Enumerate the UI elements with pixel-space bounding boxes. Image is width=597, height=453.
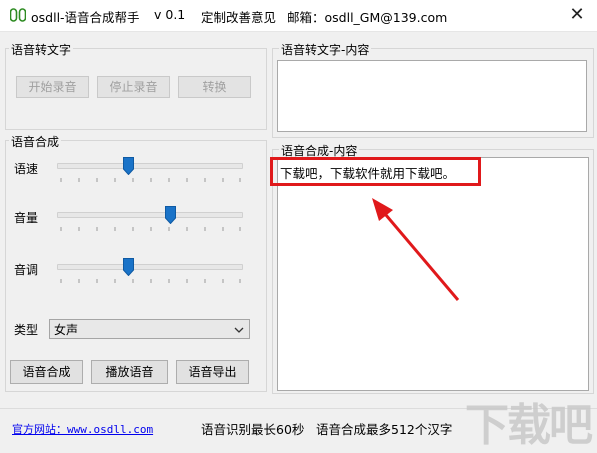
chevron-down-icon — [234, 327, 244, 333]
speed-label: 语速 — [14, 162, 39, 176]
annotation-highlight-box — [270, 157, 481, 186]
speed-slider-ticks — [60, 178, 241, 182]
speed-slider-thumb[interactable] — [122, 157, 134, 175]
stt-group-legend: 语音转文字 — [9, 41, 74, 58]
stt-content-textbox[interactable] — [277, 60, 587, 132]
stt-content-legend: 语音转文字-内容 — [279, 41, 372, 58]
title-bar: osdll-语音合成帮手 v 0.1 定制改善意见 邮箱：osdll_GM@13… — [0, 0, 597, 32]
official-website-link[interactable]: 官方网站：www.osdll.com — [12, 421, 153, 437]
export-voice-button[interactable]: 语音导出 — [176, 360, 249, 384]
pitch-slider[interactable] — [57, 258, 243, 287]
voice-type-select[interactable]: 女声 — [49, 319, 250, 339]
window-title: osdll-语音合成帮手 — [31, 10, 140, 25]
speed-slider[interactable] — [57, 157, 243, 186]
version-label: v 0.1 — [154, 7, 186, 22]
pitch-slider-thumb[interactable] — [122, 258, 134, 276]
volume-slider-ticks — [60, 227, 241, 231]
play-voice-button[interactable]: 播放语音 — [91, 360, 168, 384]
app-icon — [10, 8, 26, 22]
convert-button[interactable]: 转换 — [178, 76, 251, 98]
close-button[interactable]: ✕ — [563, 3, 591, 27]
stop-recording-button[interactable]: 停止录音 — [97, 76, 170, 98]
feedback-link[interactable]: 定制改善意见 — [201, 7, 276, 26]
speed-slider-track — [57, 163, 243, 169]
synthesize-button[interactable]: 语音合成 — [10, 360, 83, 384]
synthesis-limit-text: 语音合成最多512个汉字 — [316, 422, 453, 437]
start-recording-button[interactable]: 开始录音 — [16, 76, 89, 98]
volume-label: 音量 — [14, 211, 39, 225]
email-label: 邮箱：osdll_GM@139.com — [287, 10, 448, 25]
tts-group-legend: 语音合成 — [9, 133, 62, 150]
volume-slider[interactable] — [57, 206, 243, 235]
type-label: 类型 — [14, 323, 39, 337]
recognition-limit-text: 语音识别最长60秒 — [201, 422, 305, 437]
volume-slider-track — [57, 212, 243, 218]
pitch-slider-track — [57, 264, 243, 270]
pitch-label: 音调 — [14, 263, 39, 277]
volume-slider-thumb[interactable] — [164, 206, 176, 224]
close-icon: ✕ — [569, 4, 585, 25]
voice-type-value: 女声 — [54, 323, 79, 337]
watermark-logo: 下载吧 — [465, 400, 593, 451]
pitch-slider-ticks — [60, 279, 241, 283]
annotation-arrow — [372, 198, 460, 301]
